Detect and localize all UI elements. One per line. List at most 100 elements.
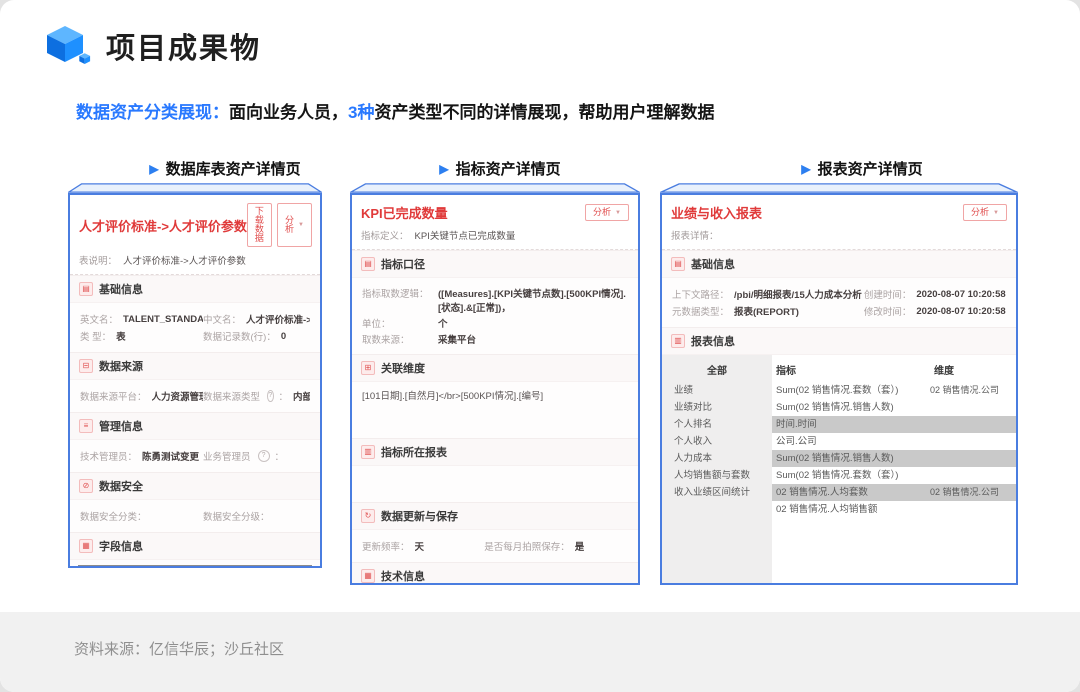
report-row-label: 收入业绩区间统计 [662, 484, 772, 501]
report-row-dimension [930, 416, 1016, 433]
report-row-metric: Sum(02 销售情况.套数（套）) [772, 382, 930, 399]
report-row-label: 人力成本 [662, 450, 772, 467]
report-row-metric: Sum(02 销售情况.销售人数) [772, 450, 930, 467]
report-table-col-metric: 指标 [772, 355, 930, 382]
report-table: 全部 指标 维度 业绩 Sum(02 销售情况.套数（套）) 02 销售情况.公… [662, 354, 1016, 583]
caption-report-asset: ▶ 报表资产详情页 [801, 158, 922, 179]
caption-metric-asset: ▶ 指标资产详情页 [439, 158, 560, 179]
field-table: 字段中文名 字段英文名 对应职级 创建时间 [70, 559, 320, 568]
caption-table-asset: ▶ 数据库表资产详情页 [149, 158, 300, 179]
chevron-down-icon: ▼ [993, 210, 999, 216]
field-table-header: 字段中文名 字段英文名 [78, 565, 312, 568]
panel-report-asset: 业绩与收入报表 分析▼ 报表详情： ▤ 基础信息 上下文路径：/pbi/明细报表… [660, 183, 1018, 585]
report-row-metric: Sum(02 销售情况.销售人数) [772, 399, 930, 416]
subtitle: 数据资产分类展现：面向业务人员，3种资产类型不同的详情展现，帮助用户理解数据 [76, 98, 714, 123]
subtitle-head: 数据资产分类展现： [76, 103, 229, 122]
arrow-icon: ▶ [439, 163, 448, 175]
cube-logo-icon [36, 22, 94, 70]
data-source-icon: ⊟ [79, 359, 93, 373]
basic-info-body: 英文名：TALENT_STANDARDPARAM 中文名：人才评价标准->人才评… [70, 302, 320, 352]
slide: 项目成果物 数据资产分类展现：面向业务人员，3种资产类型不同的详情展现，帮助用户… [0, 0, 1080, 692]
source-note: 资料来源：亿信华辰；沙丘社区 [74, 638, 284, 659]
metric-reports-body [352, 465, 638, 502]
analyze-dropdown-button[interactable]: 分析▼ [963, 204, 1007, 221]
report-row-metric: 时间.时间 [772, 416, 930, 433]
panel-title-bar: 人才评价标准->人才评价参数 下载数据 分析▼ [70, 195, 320, 250]
panel-3d-lid [660, 183, 1018, 193]
report-row-metric: 02 销售情况.人均套数 [772, 484, 930, 501]
section-metric-reports: ▥ 指标所在报表 [352, 438, 638, 465]
report-row-label: 个人收入 [662, 433, 772, 450]
caption-label: 数据库表资产详情页 [166, 158, 301, 179]
panel-3d-lid [350, 183, 640, 193]
section-metric-caliber: ▤ 指标口径 [352, 250, 638, 277]
asset-title: KPI已完成数量 [361, 203, 448, 222]
subtitle-text-b: 资产类型不同的详情展现，帮助用户理解数据 [374, 103, 714, 122]
report-info-icon: ▥ [671, 334, 685, 348]
report-row-label: 业绩 [662, 382, 772, 399]
report-row-dimension [930, 467, 1016, 484]
caption-label: 指标资产详情页 [456, 158, 561, 179]
report-row-label [662, 501, 772, 518]
basic-info-icon: ▤ [79, 282, 93, 296]
section-field-info: ▦ 字段信息 [70, 532, 320, 559]
report-row-label: 个人排名 [662, 416, 772, 433]
report-table-col-all: 全部 [662, 355, 772, 382]
section-basic-info: ▤ 基础信息 [662, 250, 1016, 277]
download-data-button[interactable]: 下载数据 [247, 203, 272, 247]
metric-caliber-body: 指标取数逻辑：([Measures].[KPI关键节点数].[500KPI情况]… [352, 277, 638, 354]
metric-definition: 指标定义： KPI关键节点已完成数量 [352, 225, 638, 250]
asset-title: 业绩与收入报表 [671, 203, 762, 222]
report-row-metric: Sum(02 销售情况.套数（套）) [772, 467, 930, 484]
section-data-update: ↻ 数据更新与保存 [352, 502, 638, 529]
analyze-dropdown-button[interactable]: 分析▼ [277, 203, 312, 247]
subtitle-highlight: 3种 [348, 103, 374, 122]
data-security-icon: ⊘ [79, 479, 93, 493]
section-manage-info: ≡ 管理信息 [70, 412, 320, 439]
metric-reports-icon: ▥ [361, 445, 375, 459]
section-data-security: ⊘ 数据安全 [70, 472, 320, 499]
panel-metric-asset: KPI已完成数量 分析▼ 指标定义： KPI关键节点已完成数量 ▤ 指标口径 指… [350, 183, 640, 585]
data-update-icon: ↻ [361, 509, 375, 523]
caption-label: 报表资产详情页 [818, 158, 923, 179]
chevron-down-icon: ▼ [298, 222, 304, 228]
info-icon: ? [258, 450, 270, 462]
metric-caliber-icon: ▤ [361, 257, 375, 271]
report-row-dimension [930, 501, 1016, 518]
report-detail: 报表详情： [662, 225, 1016, 250]
analyze-dropdown-button[interactable]: 分析▼ [585, 204, 629, 221]
arrow-icon: ▶ [149, 163, 158, 175]
data-security-body: 数据安全分类： 数据安全分级： [70, 499, 320, 532]
section-tech-info: ▦ 技术信息 [352, 562, 638, 585]
section-report-info: ▥ 报表信息 [662, 327, 1016, 354]
chevron-down-icon: ▼ [615, 210, 621, 216]
report-row-dimension [930, 450, 1016, 467]
basic-info-icon: ▤ [671, 257, 685, 271]
manage-info-body: 技术管理员：陈勇测试变更 业务管理员?： [70, 439, 320, 472]
field-info-icon: ▦ [79, 539, 93, 553]
related-dimensions-body: [101日期].[自然月]</br>[500KPI情况].[编号] [352, 381, 638, 438]
data-update-body: 更新频率：天 是否每月拍照保存：是 [352, 529, 638, 562]
manage-info-icon: ≡ [79, 419, 93, 433]
report-row-dimension: 02 销售情况.公司 [930, 484, 1016, 501]
info-icon: ? [267, 390, 273, 402]
section-basic-info: ▤ 基础信息 [70, 275, 320, 302]
panel-table-asset: 人才评价标准->人才评价参数 下载数据 分析▼ 表说明： 人才评价标准->人才评… [68, 183, 322, 568]
section-related-dimensions: ⊞ 关联维度 [352, 354, 638, 381]
report-row-label: 人均销售额与套数 [662, 467, 772, 484]
tech-info-icon: ▦ [361, 569, 375, 583]
asset-title: 人才评价标准->人才评价参数 [79, 216, 247, 235]
basic-info-body: 上下文路径：/pbi/明细报表/15人力成本分析 创建时间：2020-08-07… [662, 277, 1016, 327]
arrow-icon: ▶ [801, 163, 810, 175]
section-data-source: ⊟ 数据来源 [70, 352, 320, 379]
panel-3d-lid [68, 183, 322, 193]
panel-title-bar: 业绩与收入报表 分析▼ [662, 195, 1016, 225]
subtitle-text-a: 面向业务人员， [229, 103, 348, 122]
report-table-col-dim: 维度 [930, 355, 1016, 382]
report-row-dimension [930, 399, 1016, 416]
data-source-body: 数据来源平台：人力资源管理系统 数据来源类型?：内部数据 [70, 379, 320, 412]
related-dimensions-icon: ⊞ [361, 361, 375, 375]
report-row-label: 业绩对比 [662, 399, 772, 416]
report-row-dimension [930, 433, 1016, 450]
report-row-metric: 公司.公司 [772, 433, 930, 450]
